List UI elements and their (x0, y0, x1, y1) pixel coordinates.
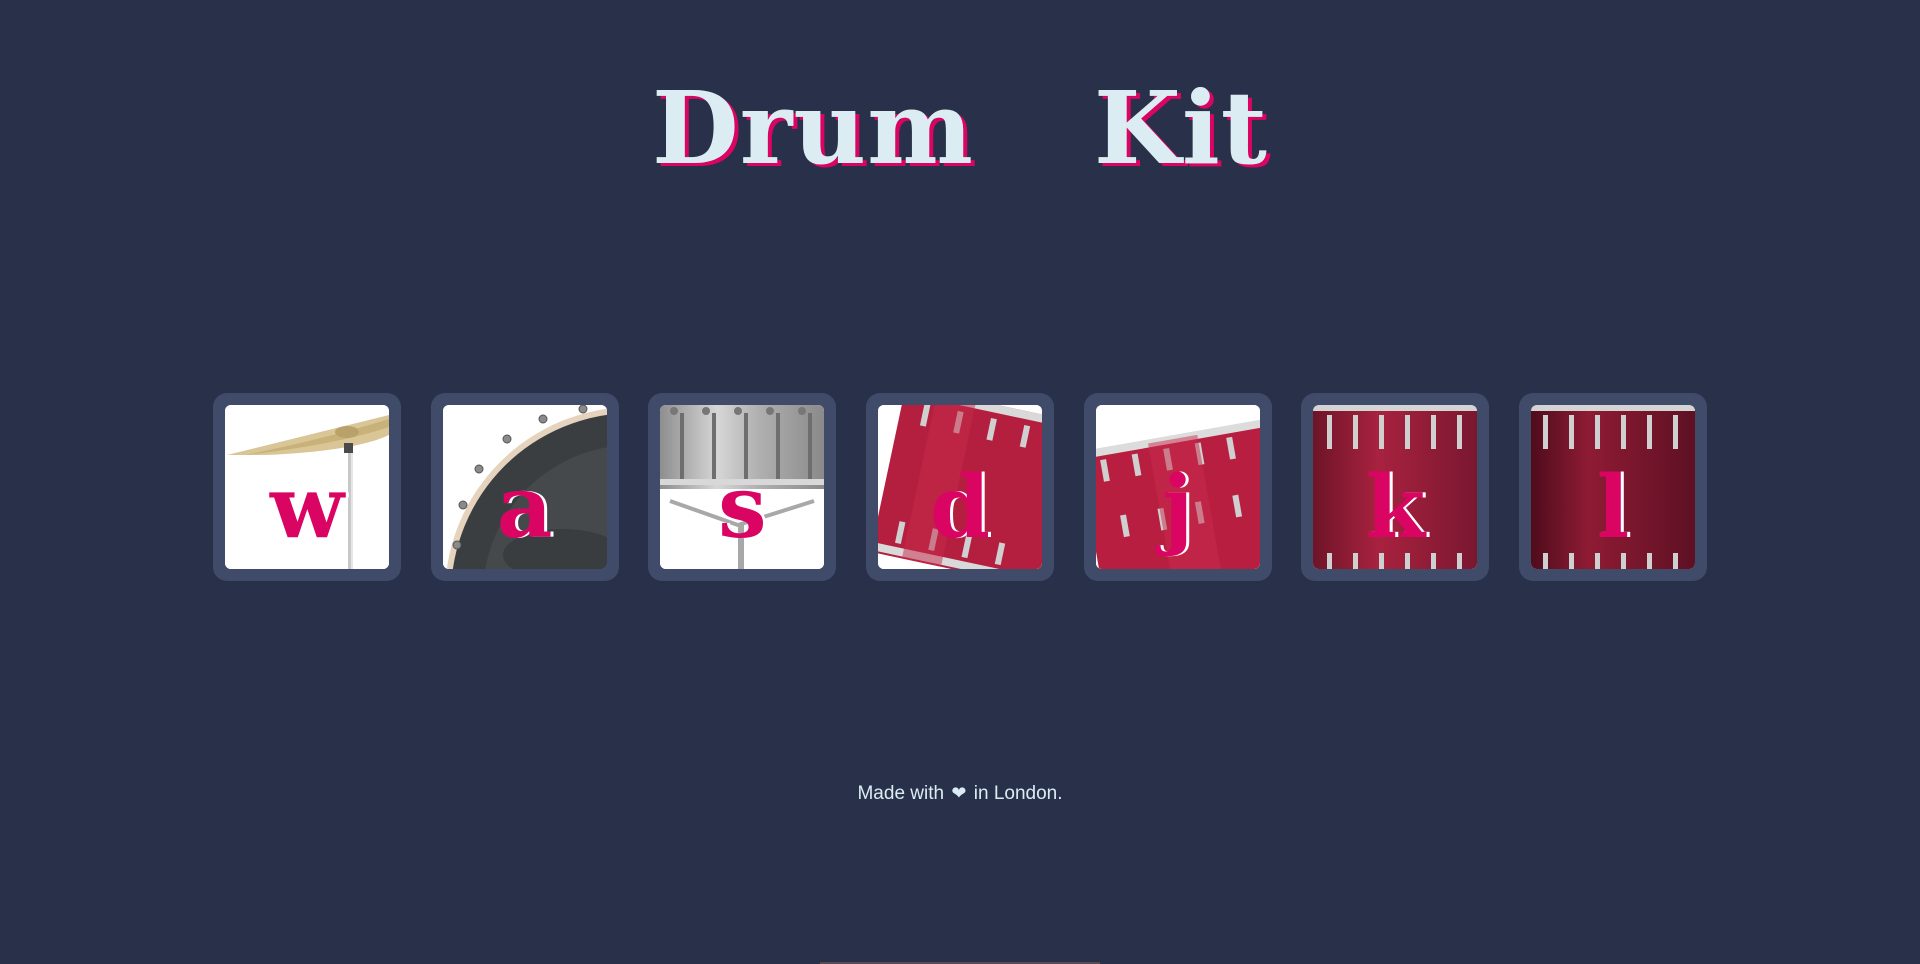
drum-face: s (660, 405, 825, 569)
drum-button-k[interactable]: k (1301, 393, 1490, 581)
drum-face: l (1530, 405, 1695, 569)
drum-face: w (225, 405, 389, 569)
footer-text-after: in London. (973, 783, 1063, 804)
drum-button-d[interactable]: d (865, 393, 1054, 581)
title-word-drum: Drum (651, 69, 974, 187)
drum-key-label: w (269, 457, 345, 558)
drum-face: d (877, 405, 1042, 569)
drum-button-a[interactable]: a (430, 393, 619, 581)
drum-face: k (1313, 405, 1478, 569)
drum-key-label: d (929, 457, 991, 558)
drum-key-label: a (496, 457, 553, 558)
page: Drum Kit w a s d j k l Made with ❤ in Lo… (0, 0, 1920, 964)
drum-key-label: l (1596, 457, 1630, 558)
drum-key-label: k (1365, 457, 1426, 558)
drum-key-label: s (718, 457, 767, 558)
footer: Made with ❤ in London. (0, 783, 1920, 805)
title-word-kit: Kit (1093, 69, 1268, 187)
drum-button-s[interactable]: s (648, 393, 837, 581)
page-title: Drum Kit (0, 68, 1920, 188)
footer-text-before: Made with (857, 783, 945, 804)
drum-face: j (1095, 405, 1260, 569)
drum-face: a (442, 405, 607, 569)
drum-set: w a s d j k l (213, 393, 1707, 581)
drum-button-j[interactable]: j (1083, 393, 1272, 581)
drum-button-w[interactable]: w (213, 393, 401, 581)
drum-key-label: j (1162, 457, 1194, 558)
drum-button-l[interactable]: l (1518, 393, 1707, 581)
heart-icon: ❤ (951, 783, 967, 803)
